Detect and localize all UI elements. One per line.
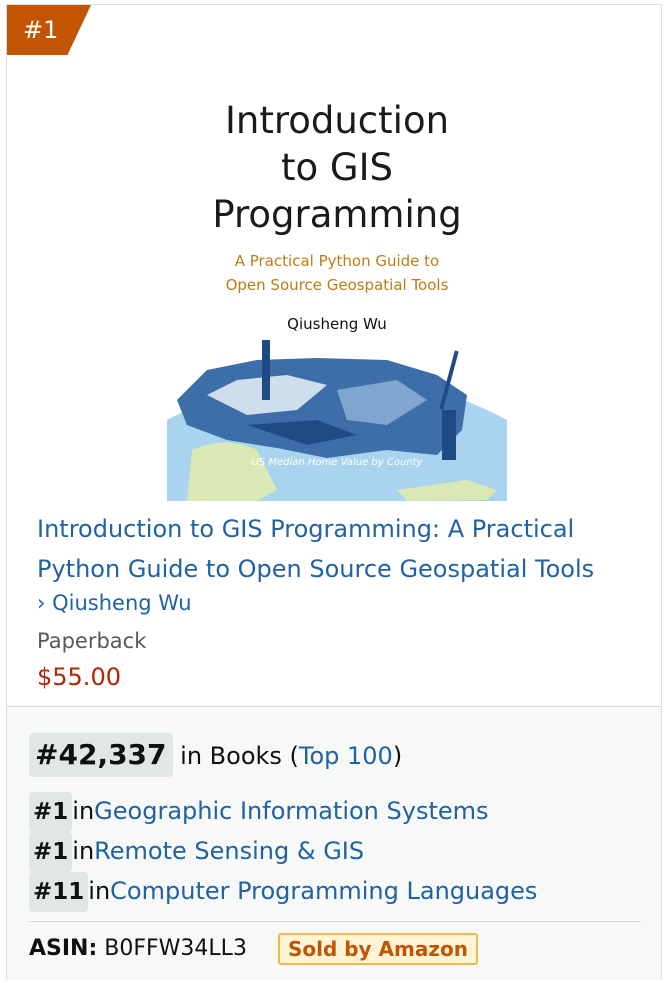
cover-author: Qiusheng Wu [287, 315, 387, 333]
cover-map-image: US Median Home Value by County [167, 340, 507, 501]
book-cover[interactable]: Introduction to GIS Programming A Practi… [167, 85, 507, 501]
format-label: Paperback [37, 629, 147, 653]
category-in-text: in [72, 837, 95, 865]
category-rank-list: #1 inGeographic Information Systems #1 inR… [29, 791, 537, 912]
sold-by-amazon-badge: Sold by Amazon [277, 933, 478, 965]
category-rank-item: #1 inGeographic Information Systems [29, 791, 537, 832]
rankings-section: #42,337 in Books (Top 100) #1 inGeographi… [7, 706, 661, 980]
divider [29, 921, 641, 922]
price: $55.00 [37, 663, 121, 691]
author-chevron: › [37, 591, 46, 615]
category-link[interactable]: Remote Sensing & GIS [94, 837, 364, 865]
category-rank-number: #1 [29, 792, 73, 832]
map-caption: US Median Home Value by County [252, 457, 424, 468]
rank-badge: #1 [7, 5, 91, 55]
asin-value: B0FFW34LL3 [104, 936, 247, 961]
main-rank: #42,337 in Books (Top 100) [29, 733, 402, 777]
category-link[interactable]: Computer Programming Languages [110, 877, 537, 905]
asin-row: ASIN: B0FFW34LL3 Sold by Amazon [29, 933, 478, 965]
category-rank-number: #11 [29, 872, 89, 912]
top-100-link[interactable]: Top 100 [299, 742, 393, 770]
main-rank-number: #42,337 [29, 733, 173, 777]
category-in-text: in [72, 797, 95, 825]
asin-label: ASIN: [29, 936, 98, 961]
category-link[interactable]: Geographic Information Systems [94, 797, 488, 825]
cover-subtitle: A Practical Python Guide to Open Source … [225, 252, 449, 294]
category-in-text: in [88, 877, 111, 905]
main-rank-text: in Books ( [180, 742, 299, 770]
main-rank-close: ) [392, 742, 403, 770]
category-rank-item: #11 inComputer Programming Languages [29, 871, 537, 912]
author-link[interactable]: › Qiusheng Wu [37, 591, 192, 615]
cover-title: Introduction to GIS Programming [212, 99, 462, 236]
product-title-link[interactable]: Introduction to GIS Programming: A Pract… [37, 509, 637, 589]
category-rank-item: #1 inRemote Sensing & GIS [29, 831, 537, 872]
product-card[interactable]: #1 Introduction to GIS Programming A Pra… [6, 4, 662, 980]
category-rank-number: #1 [29, 832, 73, 872]
author-name: Qiusheng Wu [52, 591, 192, 615]
